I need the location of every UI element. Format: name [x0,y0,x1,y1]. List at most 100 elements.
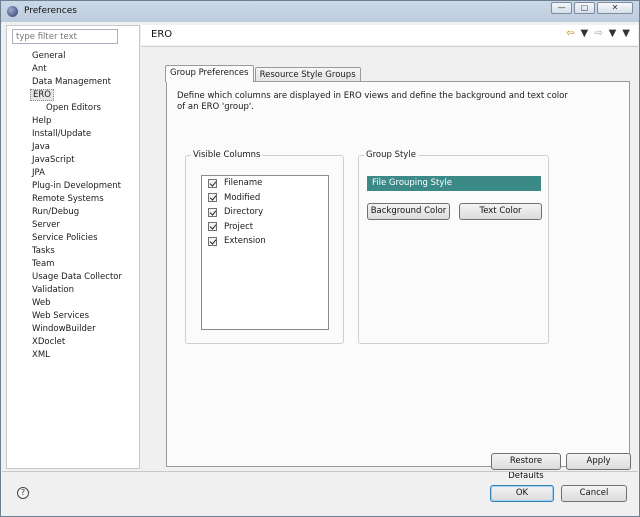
filter-input[interactable] [12,29,118,44]
dialog-client: General Ant Data Management ERO Open Editors… [2,22,638,516]
group-style-legend: Group Style [364,150,418,160]
tree-item-run-debug[interactable]: Run/Debug [7,206,139,219]
tree-item-label: Server [32,220,60,230]
visible-columns-legend: Visible Columns [191,150,263,160]
tree-item-jpa[interactable]: JPA [7,167,139,180]
tree-item-label: General [32,51,66,61]
column-label: Directory [224,207,264,218]
filename-checkbox[interactable] [208,178,217,188]
page-title: ERO [151,29,173,40]
tree-item-web-services[interactable]: Web Services [7,310,139,323]
tree-item-label: Web Services [32,311,90,321]
tree-item-java[interactable]: Java [7,141,139,154]
tree-item-web[interactable]: Web [7,297,139,310]
tree-item-service-policies[interactable]: Service Policies [7,232,139,245]
window-title: Preferences [24,6,77,16]
tree-item-plug-in-development[interactable]: Plug-in Development [7,180,139,193]
tree-item-label: Ant [32,64,47,74]
text-color-button[interactable]: Text Color [459,203,542,220]
page-description: Define which columns are displayed in ER… [177,91,568,112]
tree-item-label: Install/Update [32,129,92,139]
footer-separator [2,471,638,472]
group-preferences-panel: Define which columns are displayed in ER… [166,81,630,467]
back-arrow-icon[interactable]: ⇦ [566,28,574,40]
tree-item-usage-data-collector[interactable]: Usage Data Collector [7,271,139,284]
tree-item-general[interactable]: General [7,50,139,63]
tree-item-remote-systems[interactable]: Remote Systems [7,193,139,206]
tree-item-ant[interactable]: Ant [7,63,139,76]
tree-item-install-update[interactable]: Install/Update [7,128,139,141]
tree-item-label: Tasks [32,246,55,256]
style-list-item-selected[interactable]: File Grouping Style [367,176,541,191]
tree-item-label: Java [32,142,50,152]
forward-chevron-down-icon[interactable]: ▼ [609,28,617,40]
extension-checkbox[interactable] [208,236,217,246]
column-label: Filename [224,178,263,189]
columns-list: Filename Modified Directory Project Exte… [201,175,329,330]
title-bar[interactable]: Preferences — ▢ ✕ [1,1,639,21]
tree-item-open-editors[interactable]: Open Editors [7,102,139,115]
view-menu-chevron-down-icon[interactable]: ▼ [622,28,630,40]
preferences-tree: General Ant Data Management ERO Open Editors… [7,50,139,362]
tree-item-server[interactable]: Server [7,219,139,232]
tree-item-validation[interactable]: Validation [7,284,139,297]
restore-defaults-button[interactable]: Restore Defaults [491,453,561,481]
column-item-extension[interactable]: Extension [202,234,328,249]
minimize-button[interactable]: — [551,2,572,14]
preferences-window: Preferences — ▢ ✕ General Ant Data Managem… [0,0,640,517]
column-label: Project [224,221,254,232]
tree-item-label: XDoclet [32,337,66,347]
tree-item-label: Service Policies [32,233,98,243]
help-icon[interactable]: ? [17,487,29,499]
window-controls: — ▢ ✕ [551,2,633,14]
ok-button[interactable]: OK [490,485,554,502]
tree-item-label: Help [32,116,52,126]
group-style-group: Group Style File Grouping Style Backgrou… [358,150,549,344]
apply-button[interactable]: Apply [566,453,631,470]
tab-resource-style-groups[interactable]: Resource Style Groups [254,67,361,82]
tree-item-label: Team [32,259,55,269]
tree-item-label: Remote Systems [32,194,104,204]
tree-item-ero[interactable]: ERO [7,89,139,102]
tree-item-label: Plug-in Development [32,181,122,191]
column-label: Modified [224,192,261,203]
header-separator [141,46,638,47]
tree-item-label: Web [32,298,51,308]
column-item-filename[interactable]: Filename [202,176,328,191]
preference-page: ERO ⇦ ▼ ⇨ ▼ ▼ Group Preferences Resource… [141,22,638,481]
tab-strip: Group Preferences Resource Style Groups [165,65,362,82]
tab-group-preferences[interactable]: Group Preferences [165,65,254,82]
modified-checkbox[interactable] [208,193,217,203]
history-navigation: ⇦ ▼ ⇨ ▼ ▼ [566,28,630,40]
close-button[interactable]: ✕ [597,2,633,14]
tree-item-label: JPA [32,168,45,178]
column-item-project[interactable]: Project [202,220,328,235]
tree-item-label: WindowBuilder [32,324,96,334]
tree-item-label: Data Management [32,77,111,87]
column-label: Extension [224,236,266,247]
tree-item-label: ERO [30,89,54,101]
cancel-button[interactable]: Cancel [561,485,627,502]
maximize-button[interactable]: ▢ [574,2,595,14]
tree-item-xdoclet[interactable]: XDoclet [7,336,139,349]
tree-item-javascript[interactable]: JavaScript [7,154,139,167]
column-item-directory[interactable]: Directory [202,205,328,220]
tree-item-label: Validation [32,285,74,295]
tree-item-tasks[interactable]: Tasks [7,245,139,258]
tree-item-label: JavaScript [32,155,75,165]
tree-item-team[interactable]: Team [7,258,139,271]
directory-checkbox[interactable] [208,207,217,217]
tree-item-xml[interactable]: XML [7,349,139,362]
tree-item-label: Run/Debug [32,207,80,217]
forward-arrow-icon[interactable]: ⇨ [594,28,602,40]
column-item-modified[interactable]: Modified [202,191,328,206]
background-color-button[interactable]: Background Color [367,203,450,220]
page-header: ERO ⇦ ▼ ⇨ ▼ ▼ [141,25,638,45]
tree-item-data-management[interactable]: Data Management [7,76,139,89]
project-checkbox[interactable] [208,222,217,232]
tree-item-windowbuilder[interactable]: WindowBuilder [7,323,139,336]
back-chevron-down-icon[interactable]: ▼ [581,28,589,40]
tree-item-help[interactable]: Help [7,115,139,128]
tree-item-label: XML [32,350,50,360]
tree-item-label: Usage Data Collector [32,272,122,282]
